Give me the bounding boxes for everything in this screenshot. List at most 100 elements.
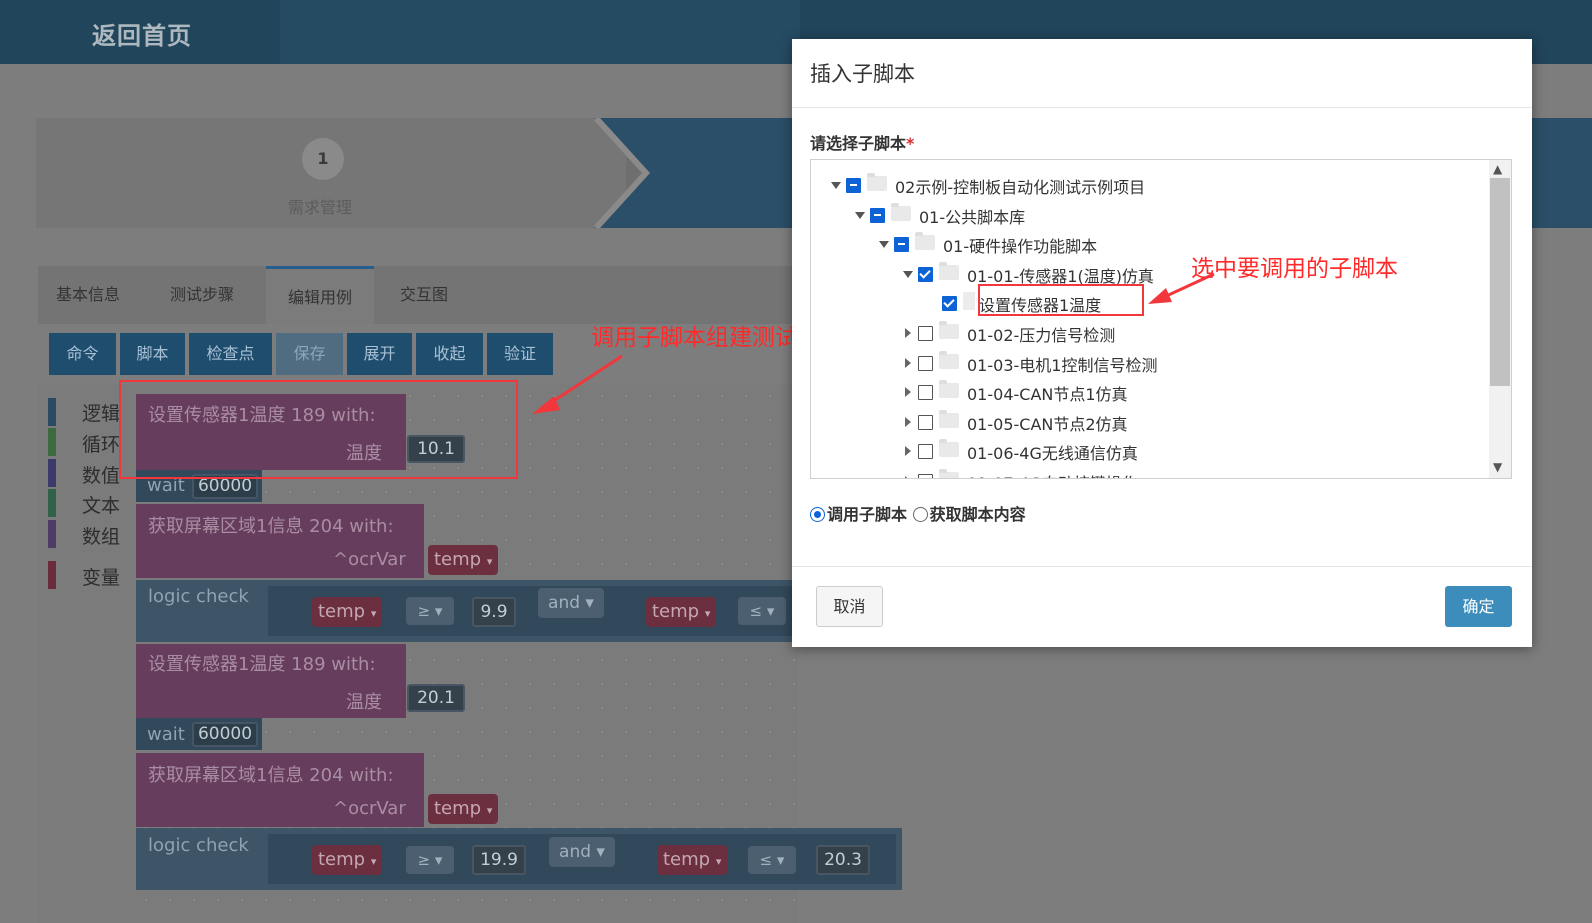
tab-interaction-diagram[interactable]: 交互图 bbox=[400, 266, 448, 324]
dialog-title: 插入子脚本 bbox=[810, 62, 915, 86]
folder-icon bbox=[891, 202, 911, 221]
home-link[interactable]: 返回首页 bbox=[92, 16, 192, 51]
folder-icon bbox=[939, 261, 959, 280]
compare-var2-value: temp bbox=[663, 849, 711, 870]
radio-call-subscript[interactable]: 调用子脚本 bbox=[810, 505, 907, 524]
palette-loop[interactable]: 循环 bbox=[82, 430, 120, 457]
radio-get-content[interactable]: 获取脚本内容 bbox=[912, 505, 1026, 524]
tree-checkbox[interactable] bbox=[918, 444, 933, 460]
caret-right-icon[interactable] bbox=[905, 476, 911, 478]
get-screen-info-title: 获取屏幕区域1信息 204 with: bbox=[148, 765, 394, 786]
threshold-low-field[interactable]: 9.9 bbox=[472, 597, 516, 627]
tree-node-label: 01-06-4G无线通信仿真 bbox=[967, 444, 1138, 464]
collapse-button[interactable]: 收起 bbox=[416, 333, 483, 375]
caret-right-icon[interactable] bbox=[905, 446, 911, 457]
caret-down-icon[interactable] bbox=[831, 182, 841, 189]
tree-checkbox[interactable] bbox=[918, 266, 933, 282]
palette-logic[interactable]: 逻辑 bbox=[82, 399, 120, 426]
palette-number[interactable]: 数值 bbox=[82, 461, 120, 488]
compare-var2-dropdown[interactable]: temp ▾ bbox=[646, 597, 717, 627]
tree-checkbox[interactable] bbox=[918, 326, 933, 341]
caret-down-icon[interactable] bbox=[903, 270, 913, 278]
and-operator-value: and bbox=[548, 593, 581, 613]
tree-checkbox[interactable] bbox=[918, 355, 933, 371]
script-tree[interactable]: 02示例-控制板自动化测试示例项目 01-公共脚本库 01-硬件操作功能脚本 01-0… bbox=[810, 159, 1512, 479]
palette-color-number bbox=[48, 459, 56, 487]
top-bar-center bbox=[280, 0, 800, 64]
tree-checkbox[interactable] bbox=[846, 178, 861, 193]
tab-basic-info[interactable]: 基本信息 bbox=[56, 266, 120, 324]
tree-checkbox[interactable] bbox=[870, 207, 885, 223]
insert-mode-options: 调用子脚本 获取脚本内容 bbox=[810, 501, 1026, 525]
palette-variable[interactable]: 变量 bbox=[82, 563, 120, 590]
caret-right-icon[interactable] bbox=[905, 328, 911, 338]
threshold-high-field[interactable]: 20.3 bbox=[816, 845, 870, 875]
compare-var2-dropdown[interactable]: temp ▾ bbox=[657, 845, 728, 875]
annotation-highlight-box bbox=[119, 380, 518, 479]
palette-text[interactable]: 文本 bbox=[82, 491, 120, 518]
tree-checkbox[interactable] bbox=[918, 414, 933, 430]
step-1-label: 需求管理 bbox=[288, 198, 353, 217]
caret-down-icon[interactable] bbox=[879, 241, 889, 249]
select-subscript-label: 请选择子脚本* bbox=[810, 130, 914, 154]
tree-checkbox[interactable] bbox=[918, 474, 933, 478]
operator2-value: ≤ bbox=[749, 602, 763, 620]
dropdown-arrow-icon: ▾ bbox=[715, 855, 722, 868]
dropdown-arrow-icon: ▾ bbox=[370, 607, 377, 620]
script-button[interactable]: 脚本 bbox=[120, 333, 185, 375]
wait-value-field[interactable]: 60000 bbox=[192, 722, 258, 747]
operator-gte-dropdown[interactable]: ≥ ▾ bbox=[406, 597, 454, 625]
expand-button[interactable]: 展开 bbox=[347, 333, 412, 375]
folder-icon bbox=[939, 469, 959, 478]
compare-var-value: temp bbox=[318, 601, 366, 622]
and-operator-dropdown[interactable]: and ▾ bbox=[538, 588, 604, 618]
palette-color-array bbox=[48, 520, 56, 548]
compare-var-dropdown[interactable]: temp ▾ bbox=[312, 845, 383, 875]
tab-test-steps[interactable]: 测试步骤 bbox=[170, 266, 234, 324]
ocr-var-dropdown[interactable]: temp ▾ bbox=[428, 545, 499, 575]
annotation-highlight-box bbox=[978, 284, 1144, 316]
caret-right-icon[interactable] bbox=[905, 416, 911, 427]
save-button[interactable]: 保存 bbox=[276, 333, 343, 375]
caret-right-icon[interactable] bbox=[905, 387, 911, 398]
get-screen-info-title: 获取屏幕区域1信息 204 with: bbox=[148, 516, 394, 537]
step-1-number: 1 bbox=[302, 138, 344, 180]
tree-checkbox[interactable] bbox=[942, 296, 957, 312]
tab-edit-case[interactable]: 编辑用例 bbox=[266, 266, 374, 324]
cancel-button[interactable]: 取消 bbox=[816, 586, 883, 627]
compare-var2-value: temp bbox=[652, 601, 700, 622]
tree-checkbox[interactable] bbox=[894, 237, 909, 253]
dropdown-arrow-icon: ▾ bbox=[486, 804, 493, 817]
required-mark: * bbox=[906, 134, 915, 153]
scroll-up-icon[interactable]: ▲ bbox=[1493, 162, 1502, 176]
tree-node-label: 01-05-CAN节点2仿真 bbox=[967, 414, 1128, 434]
radio-selected-icon bbox=[810, 507, 825, 522]
tree-node-label: 01-硬件操作功能脚本 bbox=[943, 237, 1098, 257]
operator-gte-dropdown[interactable]: ≥ ▾ bbox=[406, 846, 454, 874]
caret-right-icon[interactable] bbox=[905, 357, 911, 368]
and-operator-dropdown[interactable]: and ▾ bbox=[549, 837, 615, 867]
palette-array[interactable]: 数组 bbox=[82, 522, 120, 549]
palette-color-variable bbox=[48, 561, 56, 589]
tree-scrollbar-thumb[interactable] bbox=[1490, 178, 1510, 386]
scroll-down-icon[interactable]: ▼ bbox=[1493, 460, 1502, 474]
checkpoint-button[interactable]: 检查点 bbox=[189, 333, 272, 375]
ocr-var-value: temp bbox=[434, 549, 482, 570]
caret-down-icon[interactable] bbox=[855, 211, 865, 219]
temperature-value-field[interactable]: 20.1 bbox=[407, 684, 465, 712]
wait-label: wait bbox=[147, 724, 185, 745]
logic-check-label: logic check bbox=[148, 835, 249, 856]
command-button[interactable]: 命令 bbox=[49, 333, 116, 375]
palette-color-text bbox=[48, 489, 56, 517]
annotation-arrow-icon bbox=[532, 354, 623, 414]
folder-icon bbox=[867, 173, 887, 191]
compare-var-dropdown[interactable]: temp ▾ bbox=[312, 597, 383, 627]
palette-color-logic bbox=[48, 398, 56, 426]
folder-icon bbox=[939, 321, 959, 339]
confirm-button[interactable]: 确定 bbox=[1445, 586, 1512, 627]
operator-lte-dropdown[interactable]: ≤ ▾ bbox=[748, 846, 796, 874]
operator-lte-dropdown[interactable]: ≤ ▾ bbox=[738, 597, 786, 625]
tree-checkbox[interactable] bbox=[918, 385, 933, 401]
ocr-var-dropdown[interactable]: temp ▾ bbox=[428, 794, 499, 824]
threshold-low-field[interactable]: 19.9 bbox=[472, 845, 526, 875]
